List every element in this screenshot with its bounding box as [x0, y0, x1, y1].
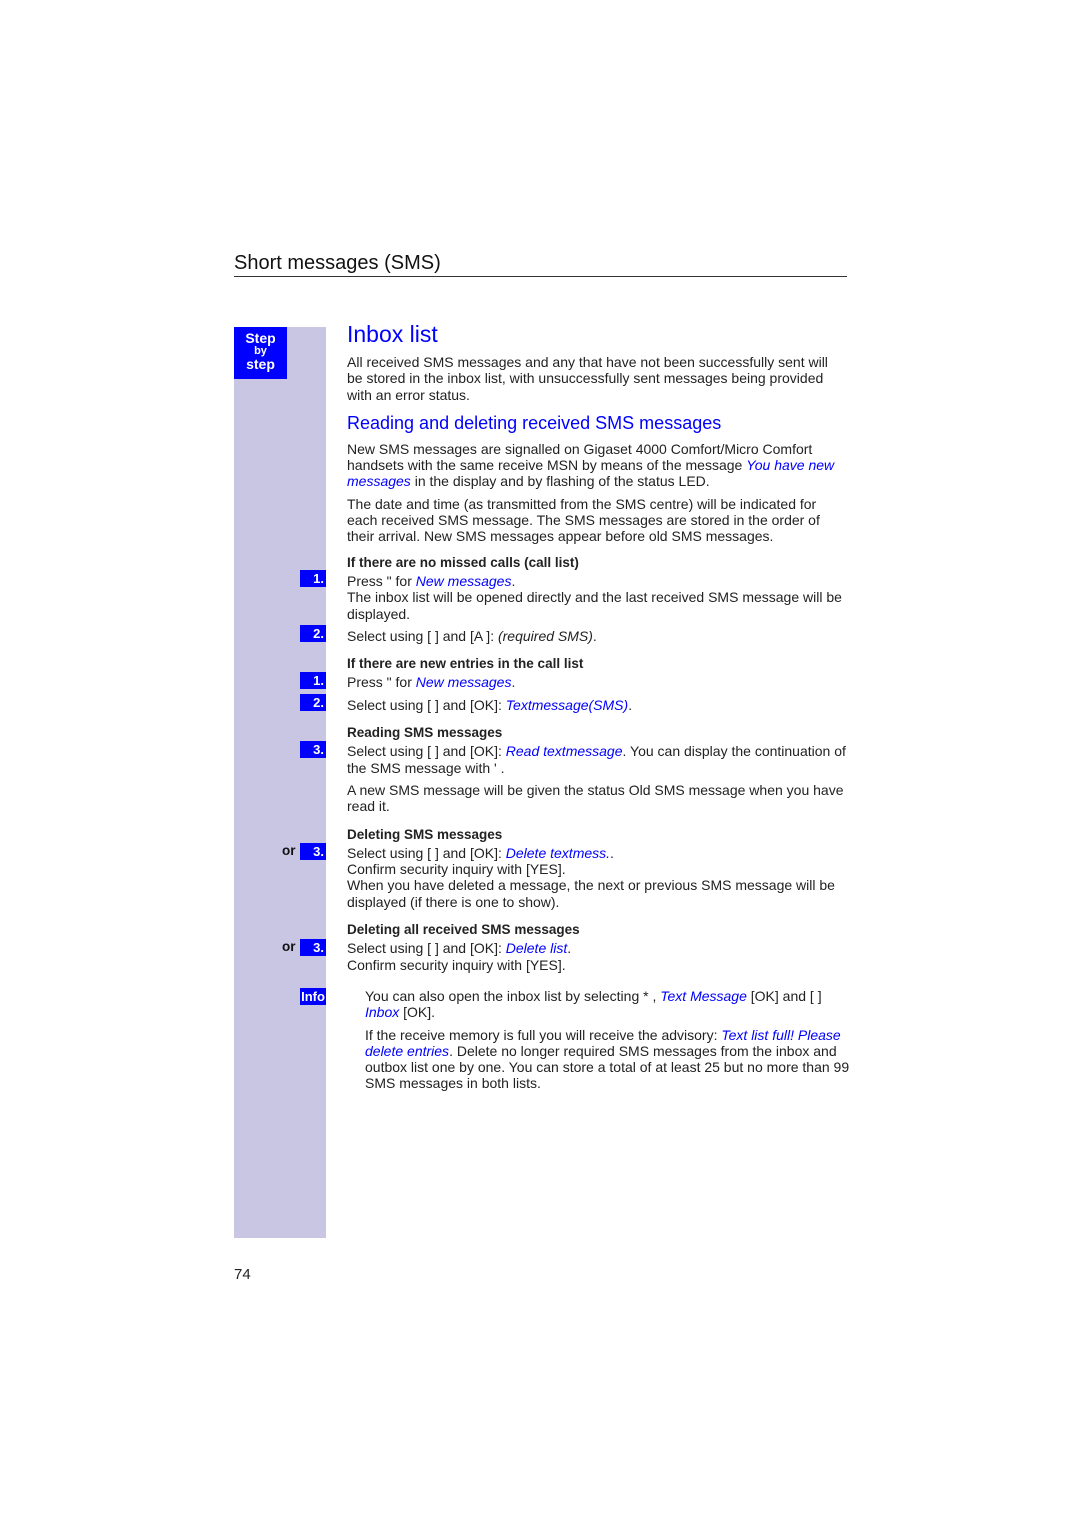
step-number-2: 2. — [300, 625, 326, 642]
step-number-3: 3. — [300, 939, 326, 956]
heading-deleting-all: Deleting all received SMS messages — [347, 922, 580, 938]
info-paragraph-1: You can also open the inbox list by sele… — [365, 988, 850, 1021]
heading-no-missed-calls: If there are no missed calls (call list) — [347, 554, 579, 570]
or-label: or — [282, 939, 296, 954]
text: Press " for — [347, 674, 416, 691]
text: You can also open the inbox list by sele… — [365, 988, 661, 1004]
step-note: A new SMS message will be given the stat… — [347, 781, 844, 815]
chapter-title: Short messages (SMS) — [234, 252, 847, 277]
step-number-3: 3. — [300, 741, 326, 758]
text: . — [511, 674, 516, 691]
display-message: Text Message — [660, 988, 747, 1004]
step-note: The inbox list will be opened directly a… — [347, 589, 842, 622]
heading-new-entries: If there are new entries in the call lis… — [347, 656, 584, 672]
italic-text: (required SMS) — [497, 627, 593, 644]
display-message: Read textmessage — [505, 743, 623, 760]
step-note: When you have deleted a message, the nex… — [347, 877, 835, 910]
info-paragraph-2: If the receive memory is full you will r… — [365, 1027, 850, 1092]
text: . — [628, 696, 633, 713]
main-content: Inbox list All received SMS messages and… — [347, 320, 847, 973]
step-text: Select using [ ] and [OK]: Read textmess… — [347, 743, 847, 776]
text: Press " for — [347, 572, 416, 589]
text: Select using [ ] and [OK]: — [347, 844, 506, 861]
text: in the display and by flashing of the st… — [410, 473, 710, 490]
text: If the receive memory is full you will r… — [365, 1026, 722, 1043]
text: . — [610, 844, 614, 861]
step-text: Select using [ ] and [A ]: (required SMS… — [347, 628, 847, 644]
display-message: Delete list — [505, 940, 568, 957]
info-label: Info — [300, 988, 326, 1005]
display-message: Textmessage(SMS) — [505, 696, 629, 713]
text: . — [511, 572, 516, 589]
badge-line1: Step — [245, 330, 276, 346]
heading-deleting: Deleting SMS messages — [347, 826, 503, 842]
text: [OK]. — [399, 1004, 436, 1021]
step-note: Confirm security inquiry with [YES]. — [347, 861, 566, 878]
or-label: or — [282, 843, 296, 858]
step-text: Select using [ ] and [OK]: Delete textme… — [347, 845, 847, 861]
step-number-3: 3. — [300, 843, 326, 860]
heading-reading: Reading SMS messages — [347, 725, 503, 741]
text: Select using [ ] and [OK]: — [347, 743, 506, 760]
info-text: You can also open the inbox list by sele… — [365, 988, 850, 1098]
paragraph-2: The date and time (as transmitted from t… — [347, 495, 820, 545]
step-text: Select using [ ] and [OK]: Delete list. — [347, 940, 847, 956]
text: . — [567, 940, 572, 957]
text: Select using [ ] and [OK]: — [347, 940, 506, 957]
step-by-step-badge: Step by step — [234, 327, 287, 379]
step-text: Select using [ ] and [OK]: Textmessage(S… — [347, 697, 847, 713]
text: Select using [ ] and [OK]: — [347, 696, 506, 713]
badge-line3: step — [246, 356, 275, 373]
step-sidebar — [234, 327, 326, 1238]
text: New SMS messages are signalled on Gigase… — [347, 440, 813, 474]
page-number: 74 — [234, 1266, 251, 1283]
text: Select using [ ] and [A ]: — [347, 627, 498, 644]
intro-paragraph: All received SMS messages and any that h… — [347, 354, 828, 403]
display-message: Inbox — [365, 1004, 400, 1021]
paragraph-1: New SMS messages are signalled on Gigase… — [347, 441, 847, 490]
step-text: Press " for New messages. — [347, 674, 847, 690]
step-number-2: 2. — [300, 694, 326, 711]
text: [OK] and [ ] — [746, 988, 822, 1004]
step-text: Press " for New messages. — [347, 573, 847, 589]
step-number-1: 1. — [300, 672, 326, 689]
display-message: Delete textmess. — [505, 844, 611, 861]
section-title: Inbox list — [347, 321, 438, 347]
step-number-1: 1. — [300, 570, 326, 587]
subsection-title: Reading and deleting received SMS messag… — [347, 412, 722, 433]
text: . — [592, 627, 597, 644]
display-message: New messages — [415, 572, 512, 589]
display-message: New messages — [415, 674, 512, 691]
step-note: Confirm security inquiry with [YES]. — [347, 956, 566, 973]
